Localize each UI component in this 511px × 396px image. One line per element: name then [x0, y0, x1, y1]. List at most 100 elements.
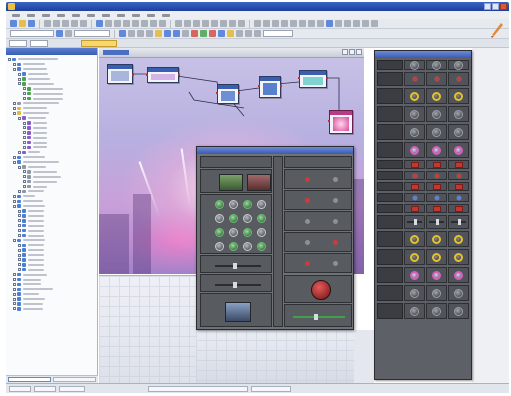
tool-icon-9[interactable] [175, 20, 182, 27]
rotary-knob[interactable] [410, 288, 419, 298]
rotary-knob[interactable] [454, 109, 463, 119]
path-field[interactable] [9, 39, 27, 47]
plus-box-icon[interactable] [13, 282, 16, 286]
rotary-knob[interactable] [454, 234, 463, 244]
plus-box-icon[interactable] [23, 126, 26, 130]
rotary-knob[interactable] [243, 214, 252, 223]
plus-box-icon[interactable] [18, 82, 21, 86]
plus-box-icon[interactable] [13, 67, 16, 71]
led-indicator[interactable] [434, 173, 439, 178]
menu-item-1[interactable] [12, 13, 20, 17]
plus-box-icon[interactable] [13, 199, 16, 203]
big-red-button[interactable] [311, 280, 331, 300]
led-indicator[interactable] [456, 195, 461, 200]
rotary-knob[interactable] [229, 228, 238, 237]
tool-icon-28[interactable] [353, 20, 360, 27]
rotary-knob[interactable] [454, 145, 463, 155]
rotary-knob[interactable] [454, 306, 463, 316]
plus-box-icon[interactable] [13, 273, 16, 277]
indicator-button[interactable] [305, 219, 310, 224]
plus-box-icon[interactable] [13, 287, 16, 291]
tool-icon-43[interactable] [236, 30, 243, 37]
horizontal-slider[interactable] [293, 314, 345, 320]
menu-item-10[interactable] [147, 13, 155, 17]
tool-icon-40[interactable] [182, 30, 189, 37]
plus-box-icon[interactable] [18, 234, 21, 237]
slider-2[interactable] [215, 282, 261, 288]
tool-icon-21[interactable] [290, 20, 297, 27]
mode-combo[interactable] [10, 30, 54, 37]
toggle-button[interactable] [454, 205, 463, 212]
tool-icon-18[interactable] [263, 20, 270, 27]
tool-icon-2[interactable] [105, 20, 112, 27]
rotary-knob[interactable] [243, 228, 252, 237]
plus-box-icon[interactable] [13, 194, 16, 198]
rotary-knob[interactable] [432, 109, 441, 119]
rotary-knob[interactable] [454, 91, 463, 101]
plus-box-icon[interactable] [13, 106, 16, 110]
indicator-button[interactable] [305, 261, 310, 266]
indicator-button[interactable] [333, 198, 338, 203]
tool-icon-42[interactable] [227, 30, 234, 37]
rotary-knob[interactable] [257, 200, 266, 209]
tool-icon-11[interactable] [193, 20, 200, 27]
menu-item-3[interactable] [42, 13, 50, 17]
rotary-knob[interactable] [432, 234, 441, 244]
rotary-knob[interactable] [432, 306, 441, 316]
tool-icon-20[interactable] [281, 20, 288, 27]
rotary-knob[interactable] [215, 242, 224, 251]
graph-node-1[interactable] [107, 64, 134, 84]
tool-icon-17[interactable] [254, 20, 261, 27]
tool-icon-33[interactable] [119, 30, 126, 37]
tool-icon-19[interactable] [272, 20, 279, 27]
plus-box-icon[interactable] [13, 160, 16, 164]
graph-node-3[interactable] [216, 84, 240, 104]
plus-box-icon[interactable] [23, 180, 26, 184]
rotary-knob[interactable] [410, 145, 419, 155]
tool-icon-14[interactable] [220, 20, 227, 27]
plus-box-icon[interactable] [18, 224, 21, 228]
rotary-knob[interactable] [410, 252, 419, 262]
rotary-knob[interactable] [454, 252, 463, 262]
plus-box-icon[interactable] [23, 141, 26, 145]
toggle-button[interactable] [410, 183, 419, 190]
tool-icon-36[interactable] [146, 30, 153, 37]
rotary-knob[interactable] [410, 127, 419, 137]
plus-box-icon[interactable] [18, 72, 21, 76]
toggle-button[interactable] [454, 161, 463, 168]
rotary-knob[interactable] [454, 270, 463, 280]
plus-box-icon[interactable] [18, 77, 21, 81]
rotary-knob[interactable] [410, 270, 419, 280]
toggle-button[interactable] [432, 161, 441, 168]
plus-box-icon[interactable] [8, 57, 11, 61]
tool-icon-15[interactable] [229, 20, 236, 27]
plus-box-icon[interactable] [23, 121, 26, 125]
tool-icon-35[interactable] [137, 30, 144, 37]
graph-node-2[interactable] [146, 67, 180, 83]
rotary-knob[interactable] [410, 234, 419, 244]
redo-icon[interactable] [80, 20, 87, 27]
menu-item-4[interactable] [57, 13, 65, 17]
plus-box-icon[interactable] [13, 204, 16, 208]
tool-icon-1[interactable] [96, 20, 103, 27]
rotary-knob[interactable] [432, 252, 441, 262]
tool-icon-44[interactable] [245, 30, 252, 37]
menu-item-2[interactable] [27, 13, 35, 17]
tool-icon-23[interactable] [308, 20, 315, 27]
plus-box-icon[interactable] [18, 243, 21, 247]
menu-item-6[interactable] [87, 13, 95, 17]
tool-icon-6[interactable] [141, 20, 148, 27]
toggle-button[interactable] [410, 161, 419, 168]
menu-item-8[interactable] [117, 13, 125, 17]
rotary-knob[interactable] [410, 60, 419, 70]
led-indicator[interactable] [434, 77, 439, 81]
led-indicator[interactable] [434, 195, 439, 200]
copy-icon[interactable] [53, 20, 60, 27]
graph-node-selected[interactable] [328, 110, 353, 134]
tool-icon-26[interactable] [335, 20, 342, 27]
rotary-knob[interactable] [432, 60, 441, 70]
plus-box-icon[interactable] [18, 150, 21, 154]
indicator-button[interactable] [305, 177, 310, 182]
plus-box-icon[interactable] [13, 155, 16, 159]
menu-item-5[interactable] [72, 13, 80, 17]
